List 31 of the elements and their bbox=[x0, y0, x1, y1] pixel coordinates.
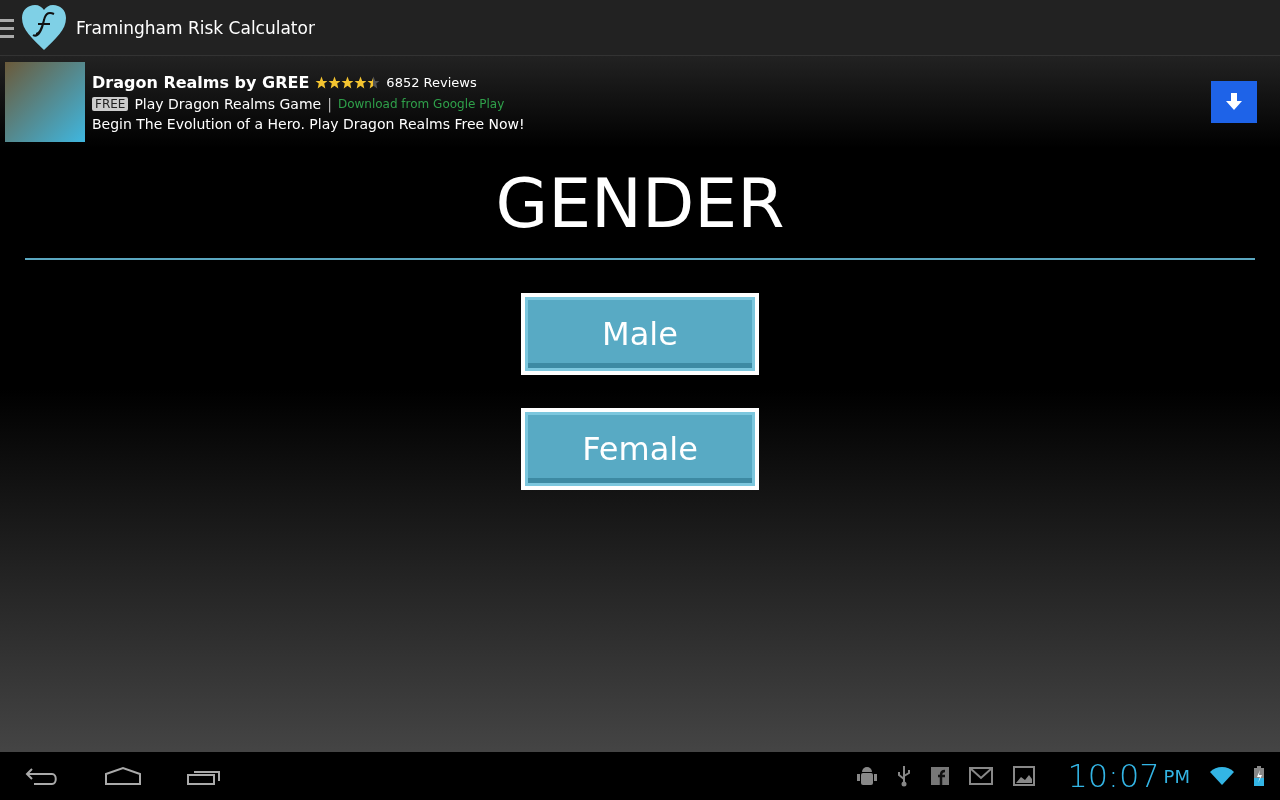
star-icon bbox=[354, 75, 368, 89]
gender-heading: GENDER bbox=[495, 170, 785, 238]
clock-period: PM bbox=[1163, 765, 1190, 787]
back-icon[interactable] bbox=[24, 765, 60, 787]
download-button[interactable] bbox=[1211, 81, 1257, 123]
menu-icon[interactable] bbox=[0, 16, 14, 39]
heart-logo-icon[interactable] bbox=[20, 3, 68, 52]
ad-subtitle: Play Dragon Realms Game bbox=[134, 95, 322, 112]
download-link[interactable]: Download from Google Play bbox=[337, 96, 505, 111]
app-title: Framingham Risk Calculator bbox=[76, 17, 315, 38]
image-icon bbox=[1013, 766, 1036, 786]
gender-button[interactable]: Female bbox=[521, 408, 759, 490]
ad-title: Dragon Realms by GREE bbox=[92, 72, 310, 92]
down-arrow-icon bbox=[1226, 93, 1242, 111]
ad-description: Begin The Evolution of a Hero. Play Dragon Realms Free Now! bbox=[92, 115, 525, 132]
battery-icon bbox=[1254, 766, 1264, 786]
gender-button[interactable]: Male bbox=[521, 293, 759, 375]
star-icon bbox=[315, 75, 329, 89]
android-icon bbox=[857, 765, 878, 787]
separator: | bbox=[327, 95, 332, 112]
usb-icon bbox=[897, 765, 912, 787]
free-badge: FREE bbox=[92, 96, 129, 111]
wifi-icon bbox=[1210, 767, 1234, 785]
star-icon bbox=[341, 75, 355, 89]
star-icon bbox=[367, 75, 381, 89]
review-count: 6852 Reviews bbox=[386, 74, 477, 90]
social-app-icon bbox=[931, 767, 950, 785]
clock-time: 10:07 bbox=[1067, 757, 1160, 795]
mail-icon bbox=[969, 767, 994, 785]
home-icon[interactable] bbox=[104, 766, 142, 786]
star-icon bbox=[328, 75, 342, 89]
